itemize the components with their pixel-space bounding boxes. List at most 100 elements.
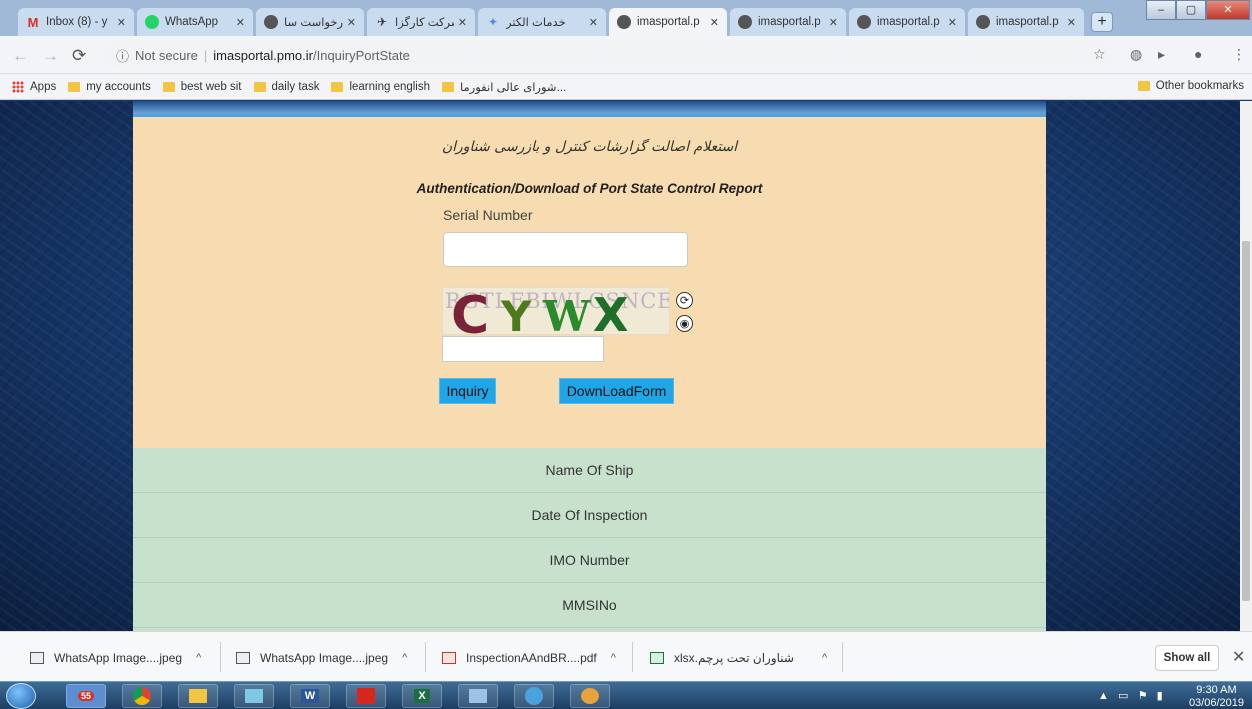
tab-whatsapp[interactable]: WhatsApp ✕ xyxy=(137,8,253,36)
chevron-up-icon[interactable]: ^ xyxy=(196,652,201,664)
taskbar-app-word[interactable]: W xyxy=(290,684,330,708)
result-row-ship-name: Name Of Ship xyxy=(133,448,1046,493)
clock[interactable]: 9:30 AM 03/06/2019 xyxy=(1189,685,1244,709)
close-tab-icon[interactable]: ✕ xyxy=(948,16,957,29)
minimize-button[interactable]: – xyxy=(1146,0,1176,20)
bookmark-my-accounts[interactable]: my accounts xyxy=(68,81,151,93)
captcha-char: C xyxy=(451,287,490,335)
divider xyxy=(220,642,221,672)
globe-icon xyxy=(738,15,752,29)
whatsapp-icon xyxy=(145,15,159,29)
taskbar-app-paint[interactable] xyxy=(570,684,610,708)
chevron-up-icon[interactable]: ^ xyxy=(402,652,407,664)
tab-imasportal-3[interactable]: imasportal.p ✕ xyxy=(849,8,965,36)
window-controls: – ▢ ✕ xyxy=(1146,0,1250,22)
tab-electronic-services[interactable]: ✦ خدمات الکتر ✕ xyxy=(478,8,606,36)
tab-title: imasportal.p xyxy=(877,16,940,28)
tab-broker-company[interactable]: ✈ شرکت کارگزا ✕ xyxy=(367,8,475,36)
captcha-input[interactable] xyxy=(442,336,604,362)
vertical-scrollbar[interactable] xyxy=(1240,101,1252,631)
profile-avatar[interactable]: ● xyxy=(1194,46,1202,62)
bookmark-label: my accounts xyxy=(86,80,151,93)
close-tab-icon[interactable]: ✕ xyxy=(347,16,356,29)
tab-imasportal-2[interactable]: imasportal.p ✕ xyxy=(730,8,846,36)
close-tab-icon[interactable]: ✕ xyxy=(710,16,719,29)
tab-imasportal-4[interactable]: imasportal.p ✕ xyxy=(968,8,1084,36)
refresh-icon[interactable]: ⟳ xyxy=(676,292,693,309)
close-tab-icon[interactable]: ✕ xyxy=(1067,16,1076,29)
taskbar-app-chrome[interactable] xyxy=(122,684,162,708)
inquiry-button[interactable]: Inquiry xyxy=(439,378,496,404)
divider xyxy=(425,642,426,672)
clock-time: 9:30 AM xyxy=(1196,684,1237,696)
download-item[interactable]: WhatsApp Image....jpeg ^ xyxy=(236,648,407,668)
close-window-button[interactable]: ✕ xyxy=(1206,0,1250,20)
excel-icon: X xyxy=(414,689,430,703)
captcha-char: W xyxy=(543,292,591,335)
close-tab-icon[interactable]: ✕ xyxy=(829,16,838,29)
tab-gmail[interactable]: M Inbox (8) - y ✕ xyxy=(18,8,134,36)
other-bookmarks[interactable]: Other bookmarks xyxy=(1137,80,1244,92)
info-icon[interactable]: ⓘ xyxy=(116,46,129,65)
show-all-button[interactable]: Show all xyxy=(1155,645,1219,671)
apps-grid-icon xyxy=(12,80,24,93)
serial-number-input[interactable] xyxy=(443,232,688,267)
bookmark-learning-english[interactable]: learning english xyxy=(331,81,430,93)
maximize-button[interactable]: ▢ xyxy=(1176,0,1206,20)
taskbar-app-media[interactable] xyxy=(234,684,274,708)
chrome-icon xyxy=(133,687,151,705)
taskbar-app-telegram[interactable]: 55 xyxy=(66,684,106,708)
tab-request[interactable]: درخواست سا ✕ xyxy=(256,8,364,36)
audio-icon[interactable]: ◉ xyxy=(676,315,693,332)
download-form-button[interactable]: DownLoadForm xyxy=(559,378,674,404)
folder-icon xyxy=(331,81,344,92)
system-tray[interactable]: ▲ ▭ ⚑ ▮ xyxy=(1098,689,1163,702)
clock-date: 03/06/2019 xyxy=(1188,697,1244,709)
tab-imasportal-active[interactable]: imasportal.p ✕ xyxy=(609,8,727,36)
globe-icon xyxy=(617,15,631,29)
excel-file-icon xyxy=(650,652,664,664)
close-tab-icon[interactable]: ✕ xyxy=(117,16,126,29)
image-file-icon xyxy=(236,652,250,664)
cast-icon[interactable]: ▸ xyxy=(1158,46,1165,63)
taskbar-app-browser[interactable] xyxy=(514,684,554,708)
service-icon: ✦ xyxy=(487,15,499,29)
tab-title: imasportal.p xyxy=(996,16,1059,28)
start-button[interactable] xyxy=(6,683,36,709)
reload-icon[interactable]: ⟳ xyxy=(72,46,86,66)
menu-icon[interactable]: ⋮ xyxy=(1232,46,1246,63)
bookmark-informatics-council[interactable]: شورای عالی انفورما... xyxy=(442,80,566,94)
taskbar-app-network[interactable] xyxy=(458,684,498,708)
bookmark-star-icon[interactable]: ☆ xyxy=(1093,46,1106,63)
bookmark-label: learning english xyxy=(349,80,431,93)
new-tab-button[interactable]: + xyxy=(1091,12,1113,32)
tab-title: imasportal.p xyxy=(637,16,700,28)
captcha-image: RGTLFBIWLCSNCE C Y W X xyxy=(442,287,670,335)
chevron-up-icon[interactable]: ^ xyxy=(611,652,616,664)
forward-arrow-icon[interactable]: → xyxy=(42,46,59,66)
bookmark-apps[interactable]: Apps xyxy=(12,80,56,93)
close-icon[interactable]: ✕ xyxy=(1232,647,1245,667)
bookmark-daily-task[interactable]: daily task xyxy=(253,81,319,93)
inquiry-form-panel: استعلام اصالت گزارشات کنترل و بازرسی شنا… xyxy=(133,117,1046,448)
result-row-mmsi: MMSINo xyxy=(133,583,1046,628)
download-item[interactable]: شناوران تحت پرچم.xlsx ^ xyxy=(650,648,827,668)
extension-icon[interactable]: ◍ xyxy=(1130,46,1142,63)
bookmark-best-web-sit[interactable]: best web sit xyxy=(162,81,242,93)
back-arrow-icon[interactable]: ← xyxy=(12,46,29,66)
close-tab-icon[interactable]: ✕ xyxy=(236,16,245,29)
folder-icon xyxy=(253,81,266,92)
taskbar-app-explorer[interactable] xyxy=(178,684,218,708)
chevron-up-icon[interactable]: ^ xyxy=(822,652,827,664)
download-item[interactable]: InspectionAAndBR....pdf ^ xyxy=(442,648,616,668)
taskbar-app-excel[interactable]: X xyxy=(402,684,442,708)
close-tab-icon[interactable]: ✕ xyxy=(458,16,467,29)
download-item[interactable]: WhatsApp Image....jpeg ^ xyxy=(30,648,201,668)
taskbar-app-acrobat[interactable] xyxy=(346,684,386,708)
globe-icon xyxy=(525,687,543,705)
url-path: /InquiryPortState xyxy=(312,47,410,63)
close-tab-icon[interactable]: ✕ xyxy=(589,16,598,29)
media-icon xyxy=(245,689,263,703)
scrollbar-thumb[interactable] xyxy=(1242,241,1250,601)
address-bar[interactable]: ⓘ Not secure | imasportal.pmo.ir /Inquir… xyxy=(104,41,1114,69)
